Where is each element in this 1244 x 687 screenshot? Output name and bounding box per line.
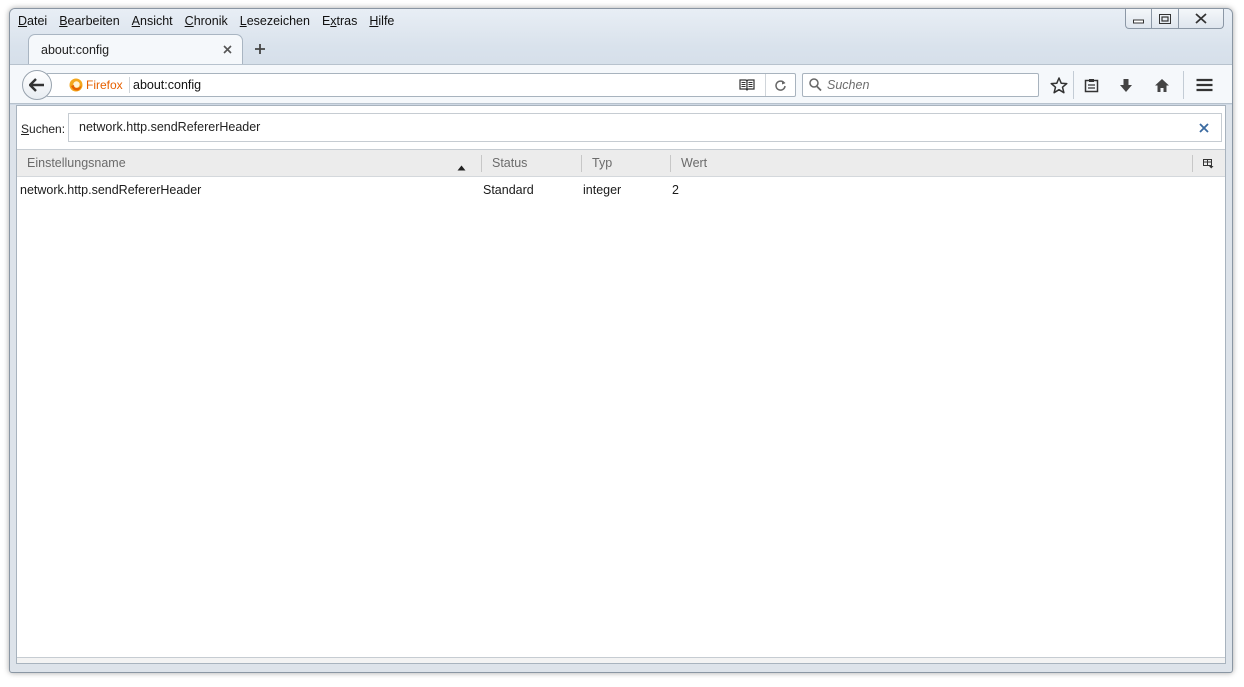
home-icon: [1155, 78, 1169, 92]
clear-x-icon: [1199, 123, 1209, 133]
search-icon: [809, 78, 822, 95]
cell-pref-value: 2: [672, 183, 679, 197]
close-tab-button[interactable]: [220, 42, 234, 56]
maximize-button[interactable]: [1152, 9, 1179, 29]
close-window-button[interactable]: [1179, 9, 1224, 29]
sort-ascending-icon: [457, 160, 466, 174]
open-menu-button[interactable]: [1190, 73, 1218, 97]
clear-filter-button[interactable]: [1197, 121, 1211, 135]
menu-datei[interactable]: Datei: [18, 13, 47, 31]
about-config-page: Suchen: Einstellungsname Status Typ Wert: [16, 105, 1226, 664]
identity-label: Firefox: [86, 78, 123, 92]
menu-bearbeiten[interactable]: Bearbeiten: [59, 13, 119, 31]
column-header-status[interactable]: Status: [492, 150, 577, 177]
column-picker-icon: [1202, 158, 1213, 168]
column-separator[interactable]: [670, 155, 671, 172]
bookmark-star-button[interactable]: [1045, 73, 1073, 97]
identity-box[interactable]: Firefox: [69, 77, 130, 93]
restore-icon: [1159, 13, 1171, 24]
column-separator[interactable]: [481, 155, 482, 172]
filter-input[interactable]: [79, 120, 1179, 134]
toolbar-separator: [1183, 71, 1184, 99]
reader-view-button[interactable]: [739, 78, 755, 95]
reader-view-icon: [739, 79, 755, 91]
url-bar[interactable]: Firefox about:config: [46, 73, 796, 97]
close-tab-icon: [222, 44, 232, 54]
plus-icon: [255, 44, 265, 54]
column-picker-button[interactable]: [1191, 150, 1225, 177]
tab-title: about:config: [41, 43, 110, 57]
menu-chronik[interactable]: Chronik: [185, 13, 228, 31]
star-icon: [1050, 76, 1068, 93]
column-separator[interactable]: [581, 155, 582, 172]
table-row[interactable]: network.http.sendRefererHeader Standard …: [17, 178, 1225, 200]
menu-ansicht[interactable]: Ansicht: [132, 13, 173, 31]
menu-bar: Datei Bearbeiten Ansicht Chronik Lesezei…: [18, 13, 406, 31]
hamburger-menu-icon: [1196, 78, 1212, 92]
search-bar[interactable]: [802, 73, 1039, 97]
browser-window: Datei Bearbeiten Ansicht Chronik Lesezei…: [9, 8, 1233, 673]
reload-icon: [775, 79, 786, 91]
clipboard-icon: [1084, 78, 1098, 92]
back-button[interactable]: [22, 70, 52, 100]
menu-lesezeichen[interactable]: Lesezeichen: [240, 13, 310, 31]
close-icon: [1195, 13, 1207, 24]
cell-pref-name: network.http.sendRefererHeader: [20, 183, 202, 197]
new-tab-button[interactable]: [250, 40, 270, 58]
home-button[interactable]: [1148, 73, 1176, 97]
menu-extras[interactable]: Extras: [322, 13, 357, 31]
menu-hilfe[interactable]: Hilfe: [369, 13, 394, 31]
horizontal-scrollbar[interactable]: [17, 657, 1225, 663]
title-bar: Datei Bearbeiten Ansicht Chronik Lesezei…: [10, 9, 1232, 105]
filter-label: Suchen:: [21, 122, 66, 136]
column-header-row: Einstellungsname Status Typ Wert: [17, 149, 1225, 177]
toolbar-separator: [1073, 71, 1074, 99]
cell-pref-type: integer: [583, 183, 622, 197]
window-controls: [1125, 9, 1224, 29]
download-arrow-icon: [1120, 78, 1132, 92]
cell-pref-status: Standard: [483, 183, 534, 197]
back-arrow-icon: [29, 78, 44, 92]
minimize-button[interactable]: [1125, 9, 1152, 29]
filter-row: Suchen:: [17, 106, 1225, 148]
navigation-toolbar: Firefox about:config: [10, 64, 1232, 104]
filter-box: [68, 113, 1222, 142]
column-header-name[interactable]: Einstellungsname: [27, 150, 467, 177]
search-input[interactable]: [827, 77, 1032, 93]
firefox-logo-icon: [69, 78, 83, 92]
minimize-icon: [1133, 19, 1144, 23]
column-header-type[interactable]: Typ: [592, 150, 672, 177]
downloads-button[interactable]: [1112, 73, 1140, 97]
tab-about-config[interactable]: about:config: [28, 34, 243, 64]
bookmarks-menu-button[interactable]: [1077, 73, 1105, 97]
url-text: about:config: [133, 78, 202, 92]
reload-button[interactable]: [765, 74, 795, 96]
column-header-value[interactable]: Wert: [681, 150, 981, 177]
